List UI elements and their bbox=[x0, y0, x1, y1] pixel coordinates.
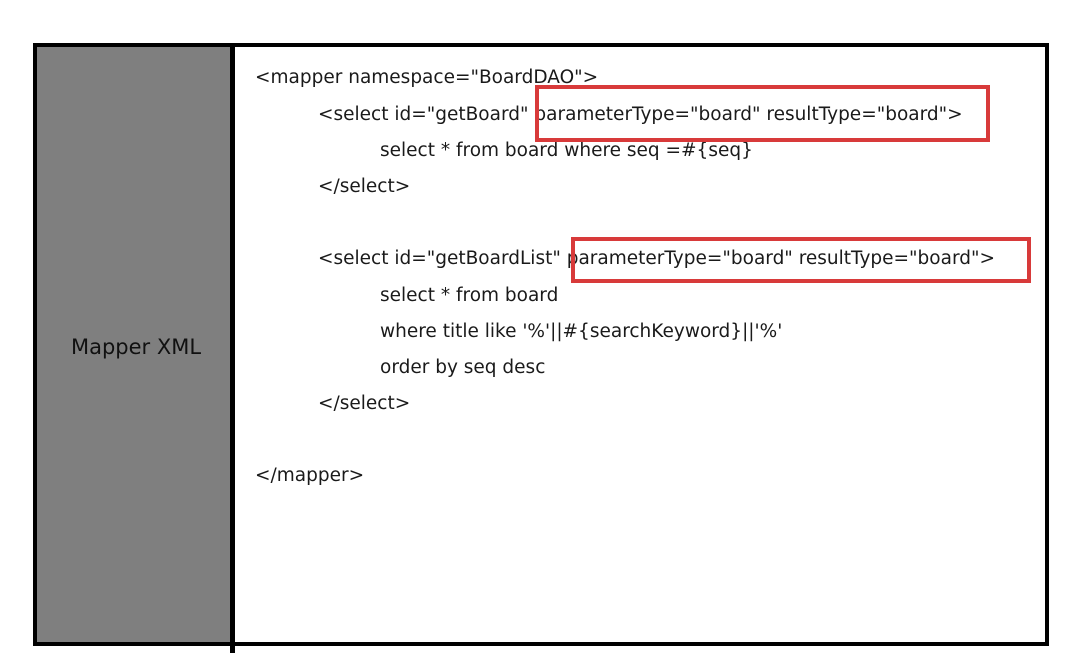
code-line-select-close-2: </select> bbox=[318, 393, 411, 414]
code-line-mapper-close: </mapper> bbox=[255, 465, 365, 486]
code-line-select-close-1: </select> bbox=[318, 176, 411, 197]
code-line-query-getboard: select * from board where seq =#{seq} bbox=[380, 140, 753, 161]
code-line-query-order: order by seq desc bbox=[380, 357, 546, 378]
code-line-query-where: where title like '%'||#{searchKeyword}||… bbox=[380, 321, 783, 342]
highlight-box-getboard-types bbox=[535, 85, 990, 142]
code-line-query-from: select * from board bbox=[380, 285, 559, 306]
highlight-box-getboardlist-types bbox=[571, 237, 1031, 283]
code-block: <mapper namespace="BoardDAO"> <select id… bbox=[0, 0, 1068, 672]
